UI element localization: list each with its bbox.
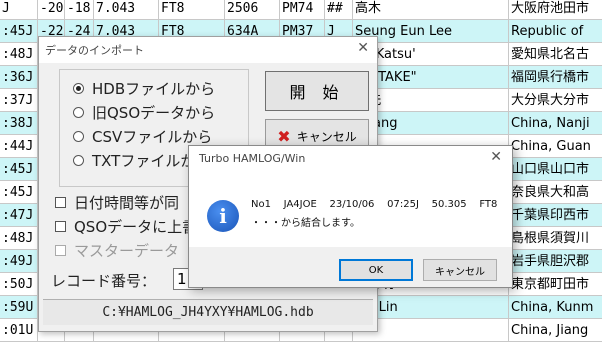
- log-cell-grid: PM74: [280, 0, 325, 20]
- log-cell-qth: China, Jiang: [509, 319, 602, 342]
- checkbox-icon: [55, 220, 66, 232]
- radio-dot-icon: [73, 106, 84, 118]
- radio-label: CSVファイルから: [92, 127, 213, 146]
- radio-dot-icon: [73, 130, 84, 142]
- log-cell-time: :50J: [0, 273, 38, 296]
- radio-dot-icon: [73, 82, 84, 94]
- checkbox-icon: [55, 196, 66, 208]
- radio-label: HDBファイルから: [92, 79, 216, 98]
- message-box: Turbo HAMLOG/Win ✕ i No1 JA4JOE 23/10/06…: [188, 145, 513, 288]
- log-cell-qth: China, Nanji: [509, 112, 602, 135]
- checkbox-label: QSOデータに上書: [74, 217, 198, 236]
- log-cell-time: :45J: [0, 20, 38, 43]
- close-icon[interactable]: ✕: [490, 149, 502, 165]
- log-cell-qth: 奈良県大和高: [509, 181, 602, 204]
- log-cell-qth: 千葉県印西市: [509, 204, 602, 227]
- message-qso-line: No1 JA4JOE 23/10/06 07:25J 50.305 FT8: [251, 199, 498, 210]
- log-cell-qth: Republic of: [509, 20, 602, 43]
- log-cell-time: :45J: [0, 181, 38, 204]
- radio-txt-file[interactable]: TXTファイルか: [73, 149, 195, 171]
- ok-button[interactable]: OK: [339, 259, 413, 281]
- start-button[interactable]: 開 始: [265, 71, 369, 111]
- import-dialog-titlebar[interactable]: データのインポート ✕: [39, 37, 377, 63]
- checkbox-label: 日付時間等が同: [74, 193, 180, 212]
- log-cell-qth: 東京都町田市: [509, 273, 602, 296]
- radio-hdb-file[interactable]: HDBファイルから: [73, 77, 215, 99]
- info-icon: i: [207, 200, 239, 232]
- log-cell-time: :45J: [0, 158, 38, 181]
- log-cell-time: J: [0, 0, 38, 20]
- log-cell-time: :48J: [0, 227, 38, 250]
- log-cell-time: :48J: [0, 43, 38, 66]
- log-cell-qth: 岩手県胆沢郡: [509, 250, 602, 273]
- import-dialog-title: データのインポート: [45, 44, 144, 57]
- log-row[interactable]: J -20 -18 7.043 FT8 2506 PM74 ## 高木 大阪府池田市: [0, 0, 602, 20]
- log-cell-freq: 7.043: [94, 0, 159, 20]
- message-box-titlebar[interactable]: Turbo HAMLOG/Win ✕: [189, 146, 512, 172]
- radio-old-qso[interactable]: 旧QSOデータから: [73, 101, 215, 123]
- log-cell-name: 高木: [353, 0, 509, 20]
- log-cell-time: :49J: [0, 250, 38, 273]
- log-cell-qth: 山口県山口市: [509, 158, 602, 181]
- log-cell-qth: 島根県須賀川: [509, 227, 602, 250]
- log-cell-qth: China, Guan: [509, 135, 602, 158]
- message-text: ・・・から結合します。: [251, 218, 360, 229]
- file-path-field: C:¥HAMLOG_JH4YXY¥HAMLOG.hdb: [43, 299, 373, 325]
- cancel-button-label: キャンセル: [296, 129, 357, 144]
- radio-dot-icon: [73, 154, 84, 166]
- radio-label: TXTファイルか: [92, 151, 196, 170]
- log-cell-qth: 大阪府池田市: [509, 0, 602, 20]
- log-cell-time: :44J: [0, 135, 38, 158]
- log-cell-qth: 福岡県行橋市: [509, 66, 602, 89]
- log-cell-qsl: ##: [325, 0, 353, 20]
- checkbox-master-data: マスターデータ: [55, 239, 179, 261]
- cancel-x-icon: ✖: [277, 126, 291, 146]
- log-cell-qth: 大分県大分市: [509, 89, 602, 112]
- log-cell-time: :47J: [0, 204, 38, 227]
- radio-csv-file[interactable]: CSVファイルから: [73, 125, 212, 147]
- log-cell-rs-s: -20: [38, 0, 65, 20]
- close-icon[interactable]: ✕: [357, 40, 369, 56]
- log-cell-qth: 愛知県北名古: [509, 43, 602, 66]
- log-cell-mode: FT8: [159, 0, 225, 20]
- checkbox-same-datetime[interactable]: 日付時間等が同: [55, 191, 179, 213]
- log-cell-rs-r: -18: [65, 0, 94, 20]
- checkbox-overwrite-qso[interactable]: QSOデータに上書: [55, 215, 197, 237]
- message-cancel-button[interactable]: キャンセル: [423, 259, 497, 281]
- message-box-title: Turbo HAMLOG/Win: [199, 152, 306, 165]
- checkbox-icon: [55, 244, 66, 256]
- log-cell-time: :59U: [0, 296, 38, 319]
- radio-label: 旧QSOデータから: [92, 103, 216, 122]
- log-cell-time: :36J: [0, 66, 38, 89]
- log-cell-time: :38J: [0, 112, 38, 135]
- checkbox-label: マスターデータ: [74, 241, 180, 260]
- record-number-label: レコード番号：: [51, 272, 157, 290]
- log-cell-time: :37J: [0, 89, 38, 112]
- log-cell-qth: China, Kunm: [509, 296, 602, 319]
- log-cell-time: :01U: [0, 319, 38, 342]
- log-cell-code: 2506: [225, 0, 280, 20]
